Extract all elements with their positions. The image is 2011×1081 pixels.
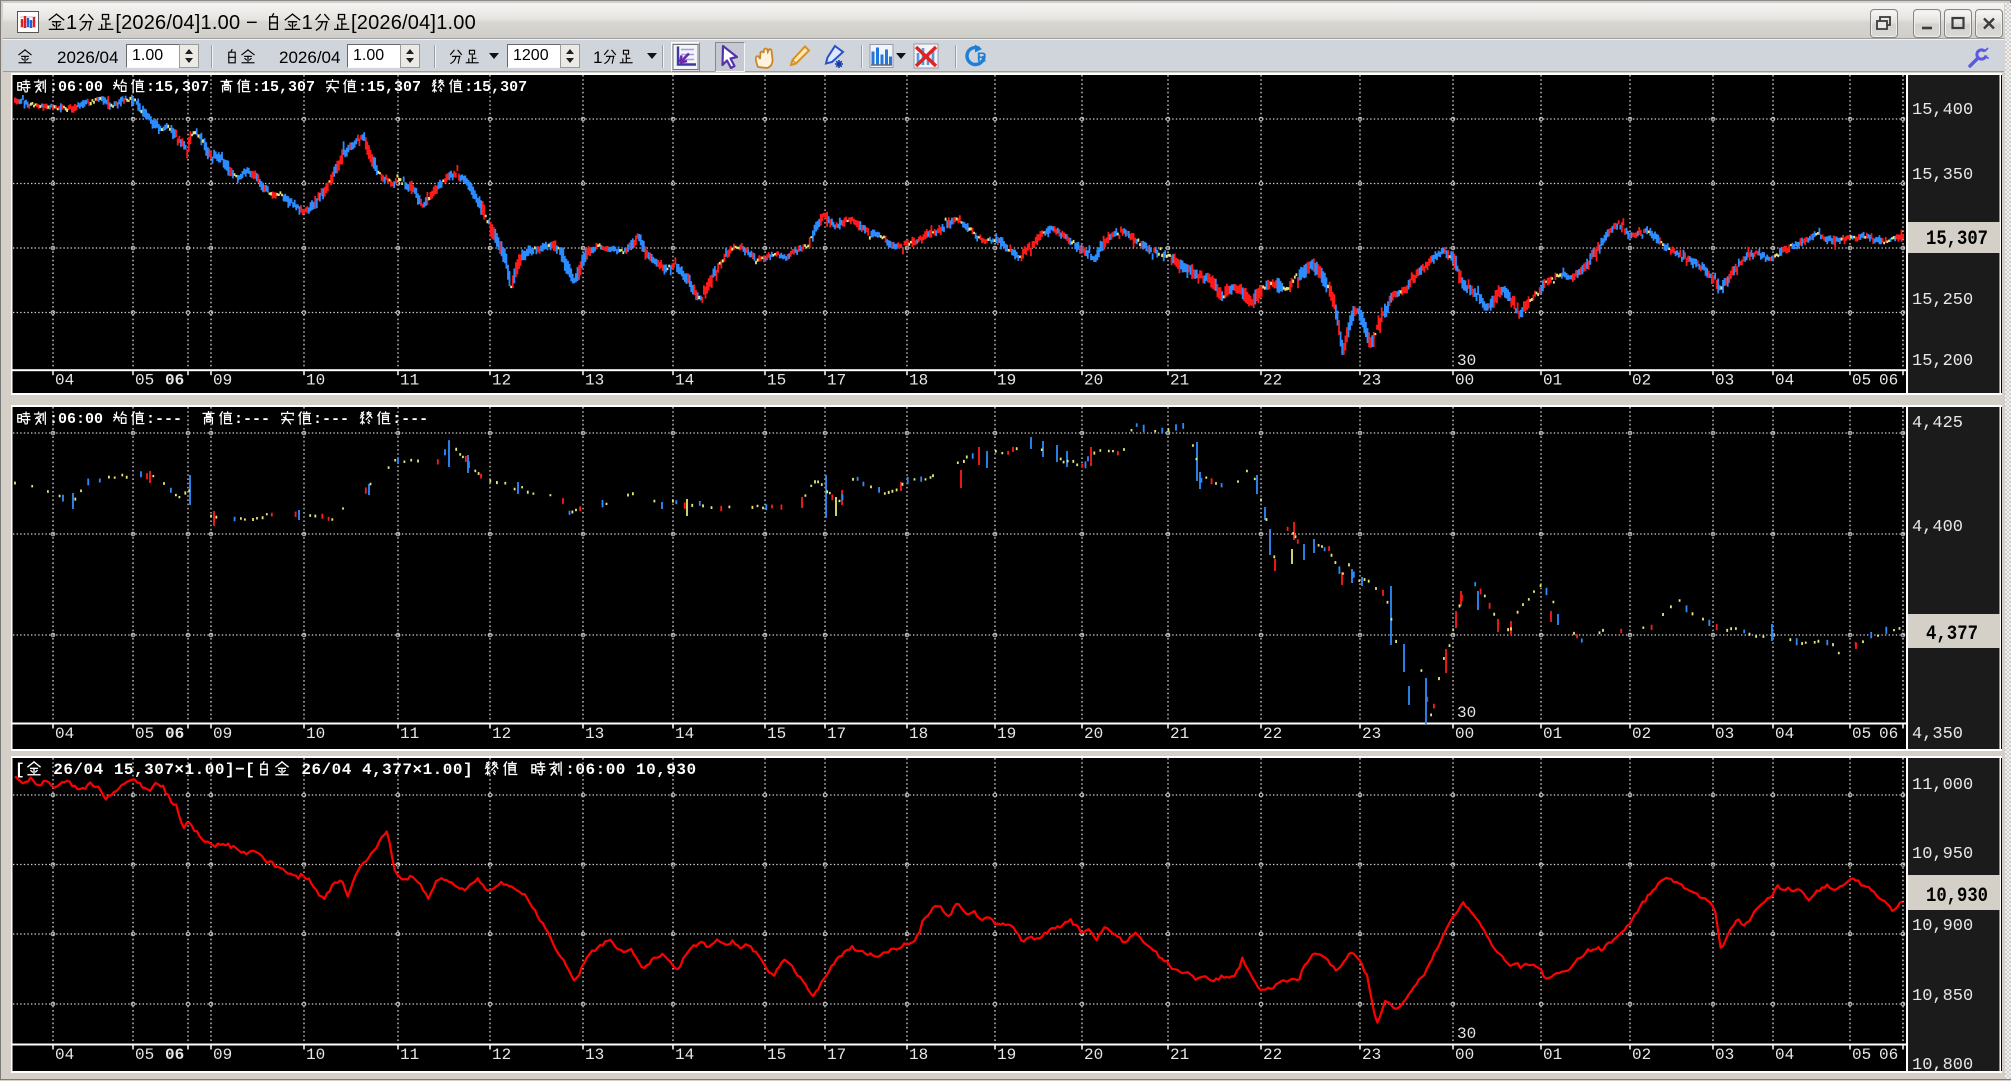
svg-text:05: 05 — [135, 1046, 154, 1064]
svg-text:11: 11 — [400, 1046, 419, 1064]
svg-text:04: 04 — [55, 1046, 74, 1064]
svg-text:01: 01 — [1543, 1046, 1562, 1064]
svg-text:18: 18 — [909, 1046, 928, 1064]
svg-text:11,000: 11,000 — [1912, 776, 1973, 795]
svg-text:02: 02 — [1632, 1046, 1651, 1064]
svg-text:21: 21 — [1170, 1046, 1189, 1064]
svg-text:30: 30 — [1457, 1025, 1476, 1043]
svg-text:13: 13 — [585, 1046, 604, 1064]
svg-text:04: 04 — [1775, 1046, 1794, 1064]
svg-text:06: 06 — [1879, 1046, 1898, 1064]
svg-text:19: 19 — [997, 1046, 1016, 1064]
svg-text:06: 06 — [165, 1046, 184, 1064]
svg-text:05: 05 — [1852, 1046, 1871, 1064]
svg-text:22: 22 — [1263, 1046, 1282, 1064]
svg-text:12: 12 — [492, 1046, 511, 1064]
svg-text:10,930: 10,930 — [1926, 885, 1988, 908]
svg-text:10: 10 — [306, 1046, 325, 1064]
svg-text:14: 14 — [675, 1046, 694, 1064]
svg-text:23: 23 — [1362, 1046, 1381, 1064]
svg-text:03: 03 — [1715, 1046, 1734, 1064]
svg-text:10,800: 10,800 — [1912, 1056, 1973, 1075]
svg-text:09: 09 — [213, 1046, 232, 1064]
svg-text:20: 20 — [1084, 1046, 1103, 1064]
svg-text:10,850: 10,850 — [1912, 987, 1973, 1006]
svg-text:17: 17 — [827, 1046, 846, 1064]
svg-text:10,900: 10,900 — [1912, 917, 1973, 936]
svg-text:10,950: 10,950 — [1912, 845, 1973, 864]
svg-text:15: 15 — [767, 1046, 786, 1064]
svg-text:00: 00 — [1455, 1046, 1474, 1064]
